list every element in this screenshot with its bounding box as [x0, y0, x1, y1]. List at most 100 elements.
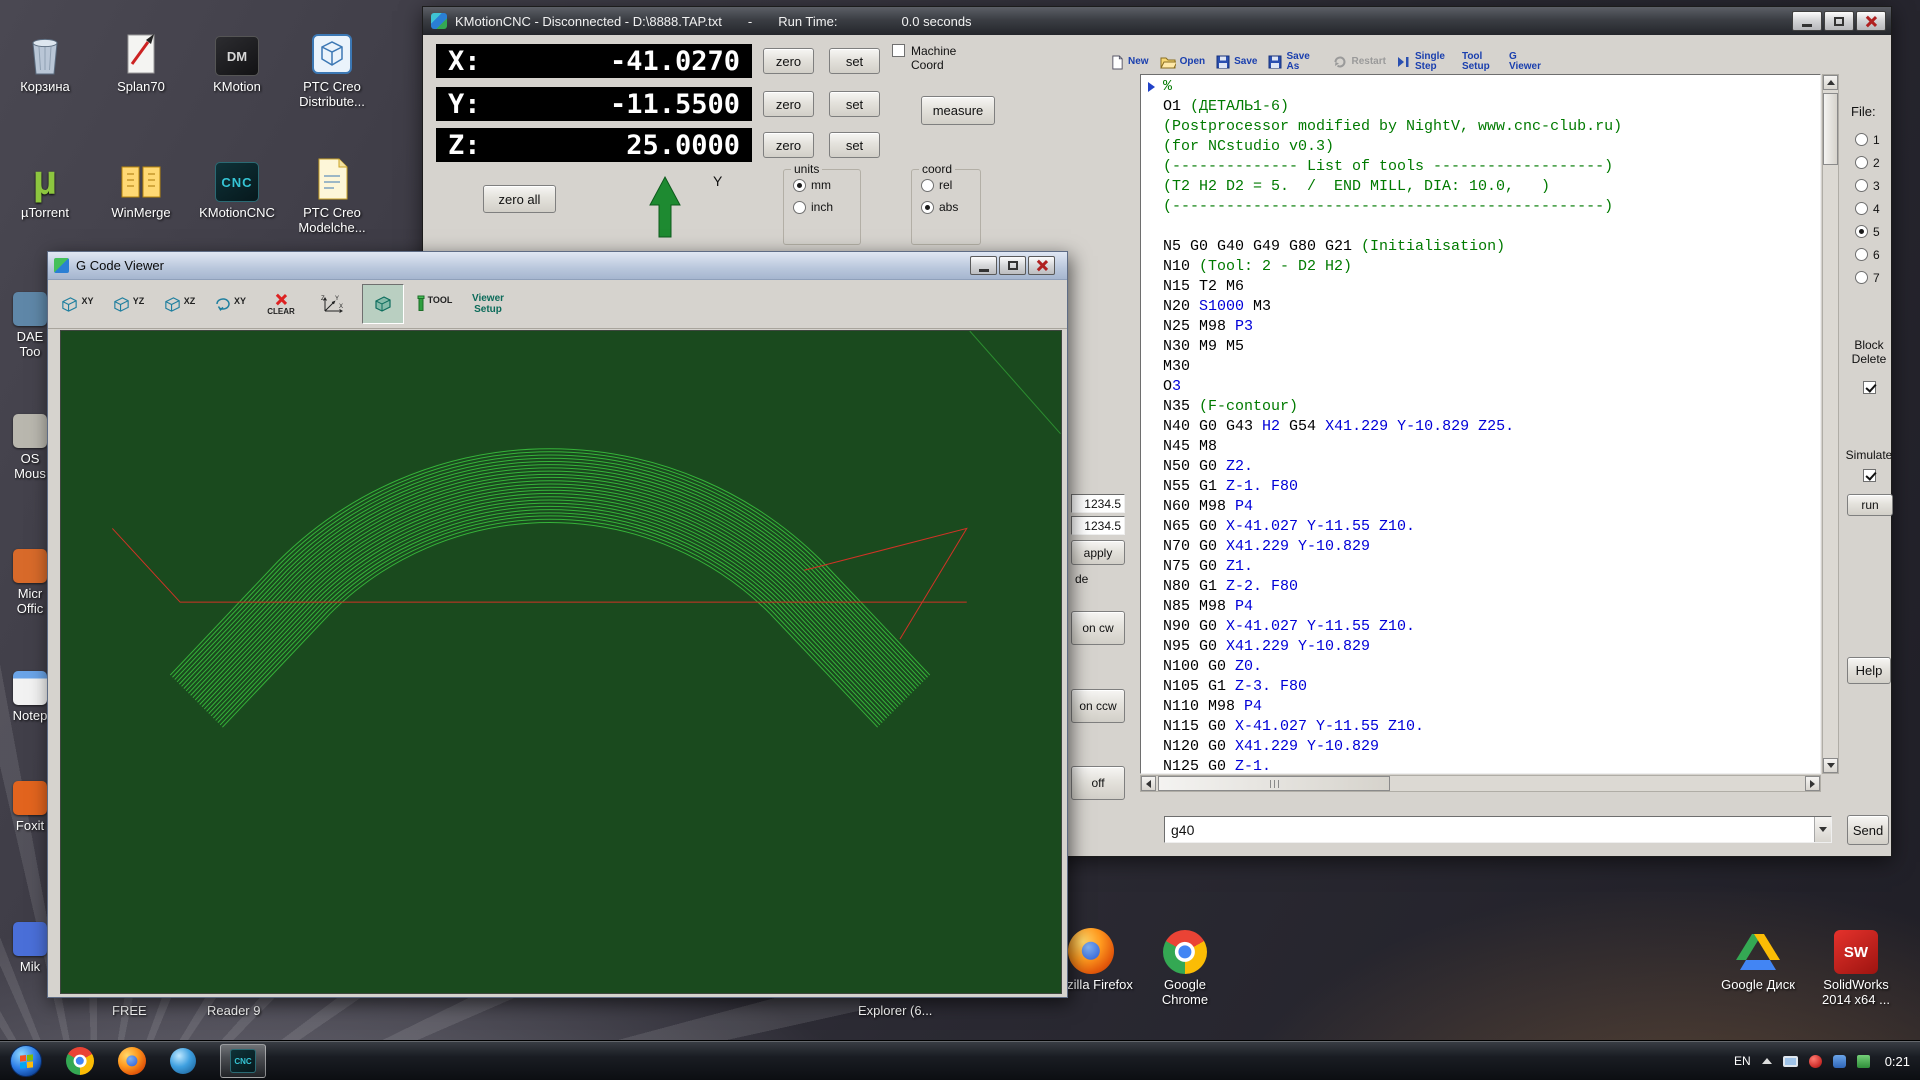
scroll-left-button[interactable]	[1141, 776, 1156, 791]
spindle-off-button[interactable]: off	[1071, 766, 1125, 800]
tool-setup-button[interactable]: Tool Setup	[1462, 52, 1498, 72]
desktop-icon-foxit[interactable]: Foxit	[8, 771, 52, 833]
radio-icon[interactable]	[793, 201, 806, 214]
desktop-icon-creo-distribute[interactable]: PTC Creo Distribute...	[288, 14, 376, 109]
gcode-hscrollbar[interactable]	[1140, 775, 1821, 792]
view-xy-button[interactable]: XY	[56, 284, 98, 324]
radio-icon[interactable]	[1855, 156, 1868, 169]
hscroll-thumb[interactable]	[1158, 776, 1390, 791]
desktop-icon-ms-office[interactable]: Micr Offic	[8, 539, 52, 616]
vscroll-thumb[interactable]	[1823, 93, 1838, 165]
units-mm-radio[interactable]: mm	[793, 178, 860, 192]
tray-expand-icon[interactable]	[1762, 1058, 1772, 1064]
maximize-button[interactable]	[1824, 11, 1854, 31]
desktop-icon-chrome[interactable]: Google Chrome	[1141, 912, 1229, 1007]
set-x-button[interactable]: set	[829, 48, 880, 74]
desktop-icon-creo-modelcheck[interactable]: PTC Creo Modelche...	[288, 140, 376, 235]
language-indicator[interactable]: EN	[1734, 1054, 1751, 1068]
axes-button[interactable]: Z Y X	[311, 284, 353, 324]
gcode-vscrollbar[interactable]	[1822, 74, 1839, 774]
scroll-down-button[interactable]	[1823, 758, 1838, 773]
save-as-button[interactable]: Save As	[1268, 52, 1322, 72]
spindle-on-cw-button[interactable]: on cw	[1071, 611, 1125, 645]
tray-network-icon[interactable]	[1833, 1055, 1846, 1068]
single-step-button[interactable]: Single Step	[1397, 52, 1451, 72]
radio-icon[interactable]	[1855, 133, 1868, 146]
coord-rel-radio[interactable]: rel	[921, 178, 980, 192]
radio-icon[interactable]	[1855, 225, 1868, 238]
tray-sync-icon[interactable]	[1857, 1055, 1870, 1068]
g-viewer-button[interactable]: G Viewer	[1509, 52, 1545, 72]
new-button[interactable]: New	[1111, 55, 1149, 70]
scroll-up-button[interactable]	[1823, 75, 1838, 90]
taskbar-clock[interactable]: 0:21	[1885, 1054, 1910, 1069]
units-inch-radio[interactable]: inch	[793, 200, 860, 214]
show-toolpath-button[interactable]	[362, 284, 404, 324]
taskbar-chrome-icon[interactable]	[66, 1047, 94, 1075]
radio-icon[interactable]	[1855, 179, 1868, 192]
file-radio-2[interactable]: 2	[1855, 156, 1880, 169]
desktop-icon-notepad[interactable]: Notep	[8, 661, 52, 723]
desktop-icon-winmerge[interactable]: WinMerge	[97, 140, 185, 220]
viewer-minimize-button[interactable]	[970, 256, 997, 275]
feed-value-field[interactable]: 1234.5	[1071, 494, 1125, 513]
start-button[interactable]	[10, 1045, 42, 1077]
block-delete-checkbox[interactable]	[1863, 381, 1876, 394]
radio-icon[interactable]	[1855, 202, 1868, 215]
radio-icon[interactable]	[921, 201, 934, 214]
send-button[interactable]: Send	[1847, 815, 1889, 845]
zero-y-button[interactable]: zero	[763, 91, 814, 117]
viewer-close-button[interactable]	[1028, 256, 1055, 275]
desktop-icon-solidworks[interactable]: SW SolidWorks 2014 x64 ...	[1812, 912, 1900, 1007]
file-radio-1[interactable]: 1	[1855, 133, 1880, 146]
tool-button[interactable]: TOOL	[413, 284, 455, 324]
desktop-icon-splan70[interactable]: Splan70	[97, 14, 185, 94]
toolpath-canvas[interactable]	[60, 330, 1062, 994]
kmotioncnc-titlebar[interactable]: KMotionCNC - Disconnected - D:\8888.TAP.…	[423, 7, 1891, 35]
help-button[interactable]: Help	[1847, 657, 1891, 684]
desktop-icon-dae[interactable]: DAE Too	[8, 282, 52, 359]
minimize-button[interactable]	[1792, 11, 1822, 31]
desktop-icon-kmotion[interactable]: DM KMotion	[193, 14, 281, 94]
taskbar-app-icon[interactable]	[170, 1048, 196, 1074]
close-button[interactable]	[1856, 11, 1886, 31]
desktop-icon-google-drive[interactable]: Google Диск	[1714, 912, 1802, 992]
open-button[interactable]: Open	[1160, 55, 1206, 69]
rotate-view-button[interactable]: XY	[209, 284, 251, 324]
desktop-icon-mik[interactable]: Mik	[8, 912, 52, 974]
spindle-on-ccw-button[interactable]: on ccw	[1071, 689, 1125, 723]
set-z-button[interactable]: set	[829, 132, 880, 158]
scroll-right-button[interactable]	[1805, 776, 1820, 791]
set-y-button[interactable]: set	[829, 91, 880, 117]
speed-value-field[interactable]: 1234.5	[1071, 516, 1125, 535]
view-yz-button[interactable]: YZ	[107, 284, 149, 324]
apply-button[interactable]: apply	[1071, 540, 1125, 565]
jog-up-button[interactable]	[648, 175, 682, 244]
zero-all-button[interactable]: zero all	[483, 185, 556, 213]
desktop-icon-recycle-bin[interactable]: Корзина	[1, 14, 89, 94]
zero-z-button[interactable]: zero	[763, 132, 814, 158]
file-radio-4[interactable]: 4	[1855, 202, 1880, 215]
viewer-restore-button[interactable]	[999, 256, 1026, 275]
file-radio-3[interactable]: 3	[1855, 179, 1880, 192]
radio-icon[interactable]	[793, 179, 806, 192]
measure-button[interactable]: measure	[921, 96, 995, 125]
tray-display-icon[interactable]	[1783, 1056, 1798, 1067]
clear-button[interactable]: CLEAR	[260, 284, 302, 324]
taskbar-kmotioncnc-button[interactable]: CNC	[220, 1044, 266, 1078]
mdi-combobox[interactable]	[1164, 816, 1832, 843]
desktop-icon-os-mouse[interactable]: OS Mous	[8, 404, 52, 481]
radio-icon[interactable]	[921, 179, 934, 192]
radio-icon[interactable]	[1855, 248, 1868, 261]
zero-x-button[interactable]: zero	[763, 48, 814, 74]
mdi-input[interactable]	[1165, 822, 1814, 838]
view-xz-button[interactable]: XZ	[158, 284, 200, 324]
mdi-dropdown-button[interactable]	[1814, 817, 1831, 842]
simulate-checkbox[interactable]	[1863, 469, 1876, 482]
machine-coord-field[interactable]: Machine Coord	[892, 44, 969, 72]
viewer-titlebar[interactable]: G Code Viewer	[48, 252, 1067, 280]
run-button[interactable]: run	[1847, 494, 1893, 516]
gcode-editor[interactable]: %O1 (ДЕТАЛЬ1-6)(Postprocessor modified b…	[1140, 74, 1821, 774]
radio-icon[interactable]	[1855, 271, 1868, 284]
restart-button[interactable]: Restart	[1333, 55, 1385, 69]
